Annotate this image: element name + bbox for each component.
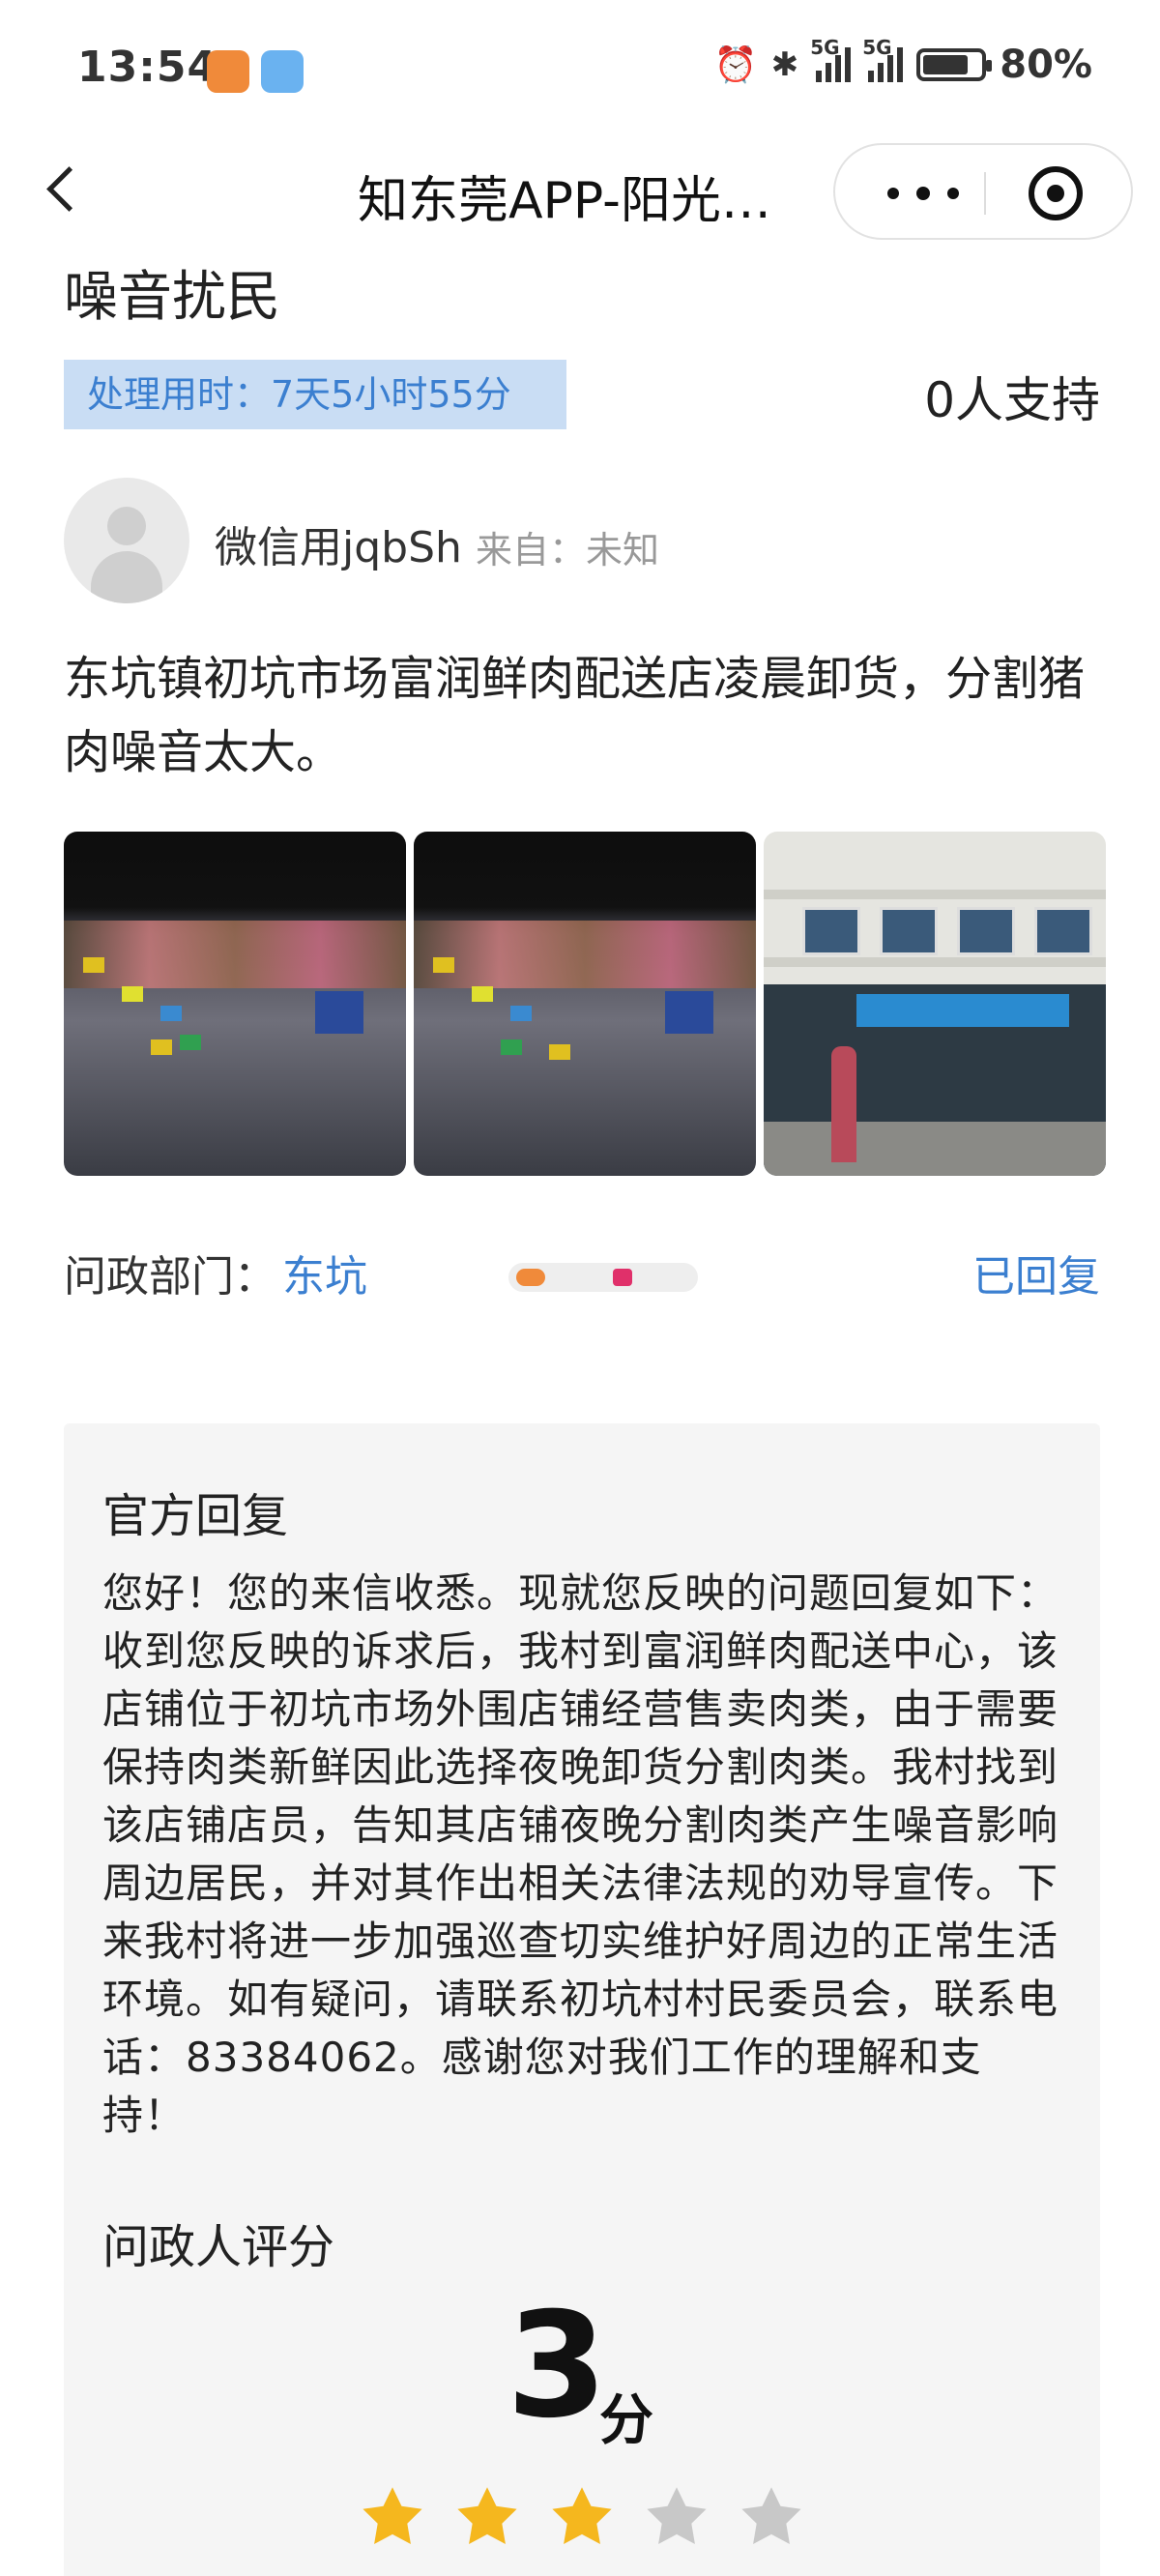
alarm-icon: ⏰ [713,45,758,85]
rating-stars [360,2485,804,2547]
rating-score: 3 [507,2282,608,2450]
more-dots-icon[interactable] [874,174,971,213]
rating-heading: 问政人评分 [102,2220,335,2274]
post-title: 噪音扰民 [64,266,280,329]
star-filled-icon [360,2485,425,2547]
battery-icon [916,48,993,81]
mini-program-capsule [833,143,1133,240]
back-button[interactable] [44,160,82,218]
star-empty-icon [739,2485,804,2547]
star-filled-icon [454,2485,520,2547]
app-heart-icon [207,50,249,93]
bluetooth-icon: ✱ [770,45,799,84]
support-count[interactable]: 0人支持 [924,362,1100,431]
status-right: ⏰ ✱ 5G 5G 80% [713,36,1092,87]
star-filled-icon [549,2485,615,2547]
watermark-logo [508,1263,698,1292]
post-photo-2[interactable] [414,832,756,1176]
nav-title: 知东莞APP-阳光… [358,172,771,230]
post-photo-1[interactable] [64,832,406,1176]
avatar [64,478,189,603]
signal-icon: 5G [810,36,852,82]
rating-unit: 分 [599,2389,653,2452]
reply-heading: 官方回复 [102,1489,289,1543]
author-name: 微信用jqbSh [215,523,462,572]
post-photo-3[interactable] [764,832,1106,1176]
target-close-icon[interactable] [1029,166,1083,220]
department-link[interactable]: 东坑 [282,1242,367,1303]
author-source: 来自：未知 [476,529,660,571]
star-empty-icon [644,2485,710,2547]
capsule-divider [984,172,986,215]
duration-badge: 处理用时：7天5小时55分 [64,360,566,429]
post-body: 东坑镇初坑市场富润鲜肉配送店凌晨卸货，分割猪肉噪音太大。 [64,652,1086,779]
status-time: 13:54 [77,43,218,92]
reply-text: 您好！您的来信收悉。现就您反映的问题回复如下：收到您反映的诉求后，我村到富润鲜肉… [102,1569,1059,2139]
battery-fill [923,55,969,74]
department-label: 问政部门： [64,1252,276,1302]
signal-icon-2: 5G [862,36,904,82]
reply-status: 已回复 [972,1252,1100,1302]
battery-percent: 80% [1000,43,1092,87]
weather-icon [261,50,304,93]
